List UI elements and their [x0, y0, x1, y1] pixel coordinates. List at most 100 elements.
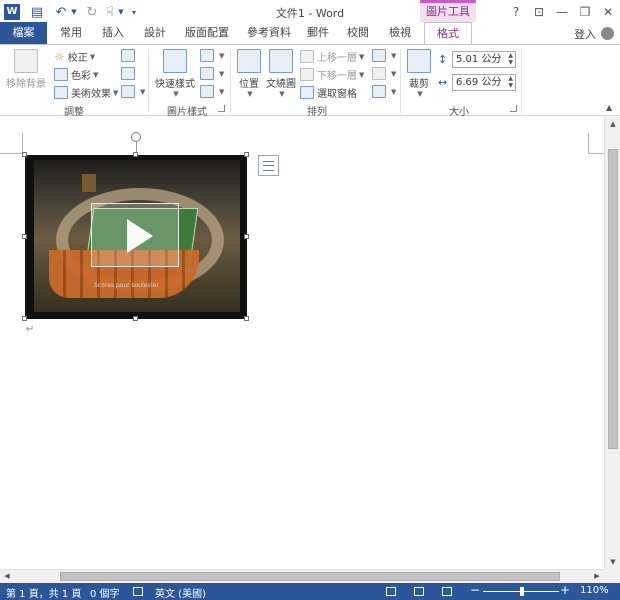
scroll-right-icon[interactable]: ▶ [590, 570, 604, 583]
zoom-in-button[interactable]: + [560, 583, 570, 597]
tab-insert[interactable]: 插入 [98, 22, 128, 44]
chevron-down-icon: ▼ [417, 90, 423, 98]
horizontal-scrollbar[interactable]: ◀ ▶ [0, 569, 604, 583]
group-label-adjust: 調整 [64, 107, 84, 118]
sign-in-link[interactable]: 登入 [574, 26, 596, 42]
send-backward-button[interactable]: 下移一層 ▼ [300, 67, 364, 82]
page-count-status[interactable]: 第 1 頁，共 1 頁 [6, 585, 81, 600]
minimize-button[interactable]: — [551, 2, 573, 22]
tab-references[interactable]: 參考資料 [244, 22, 294, 44]
touch-mode-dropdown-icon[interactable]: ▼ [117, 3, 125, 21]
color-button[interactable]: 色彩 ▼ [54, 67, 98, 82]
chevron-down-icon: ▼ [219, 69, 225, 78]
change-picture-button[interactable] [121, 67, 138, 80]
crop-button[interactable]: 裁剪 ▼ [404, 49, 434, 98]
group-objects-icon [372, 67, 386, 80]
chevron-down-icon: ▼ [359, 52, 365, 61]
resize-handle-bottom-right[interactable] [244, 316, 249, 321]
print-layout-icon[interactable] [414, 587, 424, 596]
reset-picture-button[interactable]: ▼ [121, 85, 145, 98]
resize-handle-left[interactable] [22, 234, 27, 239]
compress-pictures-button[interactable] [121, 49, 138, 62]
user-avatar-icon[interactable] [601, 27, 614, 40]
web-layout-icon[interactable] [442, 587, 452, 596]
save-icon[interactable]: ▤ [28, 3, 46, 21]
horizontal-scroll-thumb[interactable] [60, 572, 560, 581]
shape-height-icon: ↕ [438, 53, 448, 66]
vertical-scroll-thumb[interactable] [608, 149, 618, 449]
proofing-icon[interactable] [133, 587, 143, 596]
color-icon [54, 68, 68, 81]
resize-handle-top-right[interactable] [244, 152, 249, 157]
tab-layout[interactable]: 版面配置 [182, 22, 232, 44]
customize-toolbar-icon[interactable]: ▾ [128, 3, 140, 21]
zoom-out-button[interactable]: − [470, 583, 480, 597]
redo-icon[interactable]: ↻ [84, 3, 100, 21]
remove-background-button[interactable]: 移除背景 [4, 49, 48, 90]
picture-layout-button[interactable]: ▼ [200, 85, 224, 98]
tab-file[interactable]: 檔案 [0, 22, 47, 44]
undo-dropdown-icon[interactable]: ▼ [70, 3, 78, 21]
rotate-handle-icon[interactable] [131, 132, 141, 142]
resize-handle-top-left[interactable] [22, 152, 27, 157]
bring-forward-label: 上移一層 [317, 53, 357, 64]
close-button[interactable]: ✕ [597, 2, 619, 22]
word-logo-icon[interactable]: W [4, 4, 20, 20]
picture-border-icon [200, 49, 214, 62]
resize-handle-bottom-left[interactable] [22, 316, 27, 321]
zoom-level[interactable]: 110% [580, 585, 609, 596]
scroll-up-icon[interactable]: ▲ [605, 117, 620, 131]
group-label-size: 大小 [449, 107, 469, 118]
wrap-text-button[interactable]: 文繞圖 ▼ [266, 49, 296, 98]
resize-handle-bottom[interactable] [133, 316, 138, 321]
size-dialog-launcher-icon[interactable] [510, 105, 517, 112]
tab-view[interactable]: 檢視 [385, 22, 415, 44]
online-video-picture[interactable]: Scores pour soulevier [25, 155, 247, 319]
rotate-button[interactable]: ▼ [372, 85, 396, 98]
spin-arrows-icon[interactable]: ▲ ▼ [508, 52, 513, 66]
chevron-down-icon: ▼ [391, 69, 397, 78]
corrections-button[interactable]: ☼ 校正 ▼ [54, 49, 95, 65]
vertical-scrollbar[interactable]: ▲ ▼ [604, 117, 620, 569]
shape-width-input[interactable]: 6.69 公分 ▲ ▼ [452, 74, 516, 91]
layout-options-button[interactable] [258, 155, 279, 176]
tab-design[interactable]: 設計 [140, 22, 170, 44]
document-area[interactable]: Scores pour soulevier ↵ [0, 117, 604, 569]
selection-pane-button[interactable]: 選取窗格 [300, 85, 357, 100]
word-count-status[interactable]: 0 個字 [90, 585, 120, 600]
group-objects-button[interactable]: ▼ [372, 67, 396, 80]
play-button[interactable] [91, 203, 179, 267]
tab-format[interactable]: 格式 [424, 22, 472, 45]
artistic-effects-button[interactable]: 美術效果 ▼ [54, 85, 118, 100]
picture-styles-dialog-launcher-icon[interactable] [218, 105, 225, 112]
bring-forward-button[interactable]: 上移一層 ▼ [300, 49, 364, 64]
shape-height-input[interactable]: 5.01 公分 ▲ ▼ [452, 51, 516, 68]
tab-review[interactable]: 校閱 [343, 22, 373, 44]
chevron-down-icon: ▼ [391, 87, 397, 96]
sun-icon: ☼ [54, 49, 65, 64]
resize-handle-top[interactable] [133, 152, 138, 157]
align-button[interactable]: ▼ [372, 49, 396, 62]
group-label-picture-styles: 圖片樣式 [167, 107, 207, 118]
tab-home[interactable]: 常用 [56, 22, 86, 44]
chevron-down-icon: ▼ [247, 90, 253, 98]
collapse-ribbon-icon[interactable]: ▲ [606, 103, 612, 112]
position-button[interactable]: 位置 ▼ [235, 49, 263, 98]
scroll-left-icon[interactable]: ◀ [0, 570, 14, 583]
zoom-slider-thumb[interactable] [519, 587, 524, 596]
quick-styles-button[interactable]: 快速樣式 ▼ [154, 49, 196, 98]
ribbon-display-options-button[interactable]: ⊡ [528, 2, 550, 22]
picture-effects-button[interactable]: ▼ [200, 67, 224, 80]
tab-mailings[interactable]: 郵件 [303, 22, 333, 44]
help-button[interactable]: ? [505, 2, 527, 22]
scroll-down-icon[interactable]: ▼ [605, 555, 620, 569]
touch-mode-icon[interactable]: ☟ [102, 3, 118, 21]
restore-button[interactable]: ❐ [574, 2, 596, 22]
spin-arrows-icon[interactable]: ▲ ▼ [508, 75, 513, 89]
undo-icon[interactable]: ↶ [52, 3, 70, 21]
language-status[interactable]: 英文 (美國) [155, 585, 206, 600]
compress-pictures-icon [121, 49, 135, 62]
picture-border-button[interactable]: ▼ [200, 49, 224, 62]
resize-handle-right[interactable] [244, 234, 249, 239]
read-mode-icon[interactable] [386, 587, 396, 596]
